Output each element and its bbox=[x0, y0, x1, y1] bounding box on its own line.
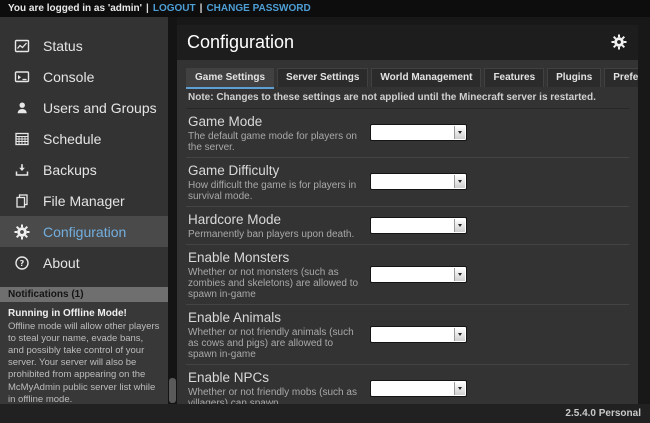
field-title: Game Mode bbox=[188, 114, 362, 129]
field-title: Enable Animals bbox=[188, 310, 362, 325]
field-description: How difficult the game is for players in… bbox=[188, 180, 362, 202]
field-game-mode: Game Mode The default game mode for play… bbox=[186, 109, 629, 158]
footer: 2.5.4.0 Personal bbox=[0, 404, 650, 423]
sidebar-item-label: Schedule bbox=[43, 131, 101, 147]
sidebar-item-label: Configuration bbox=[43, 224, 126, 240]
field-hardcore-mode: Hardcore Mode Permanently ban players up… bbox=[186, 207, 629, 245]
sidebar-item-status[interactable]: Status bbox=[0, 30, 168, 61]
notifications-header: Notifications (1) bbox=[0, 287, 168, 302]
tab-game-settings[interactable]: Game Settings bbox=[186, 68, 274, 87]
sidebar-item-console[interactable]: Console bbox=[0, 61, 168, 92]
chevron-down-icon bbox=[454, 268, 465, 281]
field-enable-animals: Enable Animals Whether or not friendly a… bbox=[186, 305, 629, 365]
sidebar-item-label: File Manager bbox=[43, 193, 125, 209]
schedule-icon bbox=[13, 130, 30, 147]
sidebar: Status Console Users and Groups Schedule… bbox=[0, 17, 168, 404]
restart-note: Note: Changes to these settings are not … bbox=[186, 87, 629, 109]
field-title: Game Difficulty bbox=[188, 163, 362, 178]
separator: | bbox=[146, 3, 149, 14]
field-select-enable-monsters[interactable] bbox=[370, 266, 467, 283]
gear-icon bbox=[13, 223, 30, 240]
sidebar-item-label: Console bbox=[43, 69, 94, 85]
tab-preferences[interactable]: Preferences bbox=[604, 68, 638, 87]
field-title: Enable NPCs bbox=[188, 370, 362, 385]
file-manager-icon bbox=[13, 192, 30, 209]
sidebar-item-backups[interactable]: Backups bbox=[0, 154, 168, 185]
page-title: Configuration bbox=[187, 32, 611, 53]
gear-icon[interactable] bbox=[611, 34, 628, 51]
scrollbar-track bbox=[168, 17, 177, 404]
sidebar-item-schedule[interactable]: Schedule bbox=[0, 123, 168, 154]
svg-text:?: ? bbox=[19, 259, 24, 268]
field-description: Whether or not monsters (such as zombies… bbox=[188, 267, 362, 300]
field-enable-monsters: Enable Monsters Whether or not monsters … bbox=[186, 245, 629, 305]
panel-header: Configuration bbox=[177, 25, 638, 60]
field-game-difficulty: Game Difficulty How difficult the game i… bbox=[186, 158, 629, 207]
field-select-enable-npcs[interactable] bbox=[370, 380, 467, 397]
scrollbar-thumb[interactable] bbox=[169, 378, 176, 403]
sidebar-item-users-and-groups[interactable]: Users and Groups bbox=[0, 92, 168, 123]
tab-world-management[interactable]: World Management bbox=[371, 68, 481, 87]
sidebar-item-label: Users and Groups bbox=[43, 100, 157, 116]
sidebar-nav: Status Console Users and Groups Schedule… bbox=[0, 17, 168, 278]
backups-icon bbox=[13, 161, 30, 178]
chevron-down-icon bbox=[454, 382, 465, 395]
chevron-down-icon bbox=[454, 175, 465, 188]
sidebar-item-file-manager[interactable]: File Manager bbox=[0, 185, 168, 216]
sidebar-item-label: Status bbox=[43, 38, 83, 54]
tab-plugins[interactable]: Plugins bbox=[547, 68, 601, 87]
field-description: Permanently ban players upon death. bbox=[188, 229, 362, 240]
chevron-down-icon bbox=[454, 126, 465, 139]
chevron-down-icon bbox=[454, 328, 465, 341]
field-title: Enable Monsters bbox=[188, 250, 362, 265]
status-chart-icon bbox=[13, 37, 30, 54]
panel-body: Game Settings Server Settings World Mana… bbox=[177, 60, 638, 404]
console-icon bbox=[13, 68, 30, 85]
field-select-game-mode[interactable] bbox=[370, 124, 467, 141]
field-select-game-difficulty[interactable] bbox=[370, 173, 467, 190]
change-password-link[interactable]: CHANGE PASSWORD bbox=[206, 3, 310, 14]
field-title: Hardcore Mode bbox=[188, 212, 362, 227]
settings-list: Game Mode The default game mode for play… bbox=[186, 109, 629, 404]
sidebar-item-configuration[interactable]: Configuration bbox=[0, 216, 168, 247]
field-description: Whether or not friendly animals (such as… bbox=[188, 327, 362, 360]
tab-server-settings[interactable]: Server Settings bbox=[277, 68, 368, 87]
question-circle-icon: ? bbox=[13, 254, 30, 271]
top-bar: You are logged in as 'admin'|LOGOUT|CHAN… bbox=[0, 0, 650, 17]
sidebar-item-label: Backups bbox=[43, 162, 97, 178]
users-icon bbox=[13, 99, 30, 116]
notification-title: Running in Offline Mode! bbox=[8, 308, 160, 321]
version-label: 2.5.4.0 Personal bbox=[565, 408, 641, 419]
sidebar-item-about[interactable]: ? About bbox=[0, 247, 168, 278]
field-description: Whether or not friendly mobs (such as vi… bbox=[188, 387, 362, 404]
notification-item: Running in Offline Mode! Offline mode wi… bbox=[0, 302, 168, 404]
logged-in-text: You are logged in as 'admin' bbox=[8, 3, 142, 14]
tab-bar: Game Settings Server Settings World Mana… bbox=[186, 68, 629, 87]
field-enable-npcs: Enable NPCs Whether or not friendly mobs… bbox=[186, 365, 629, 404]
chevron-down-icon bbox=[454, 219, 465, 232]
configuration-panel: Configuration Game Settings Server Setti… bbox=[177, 25, 638, 404]
field-select-hardcore-mode[interactable] bbox=[370, 217, 467, 234]
separator: | bbox=[200, 3, 203, 14]
sidebar-item-label: About bbox=[43, 255, 80, 271]
field-select-enable-animals[interactable] bbox=[370, 326, 467, 343]
notification-text: Offline mode will allow other players to… bbox=[8, 321, 160, 404]
field-description: The default game mode for players on the… bbox=[188, 131, 362, 153]
tab-features[interactable]: Features bbox=[484, 68, 544, 87]
logout-link[interactable]: LOGOUT bbox=[153, 3, 196, 14]
